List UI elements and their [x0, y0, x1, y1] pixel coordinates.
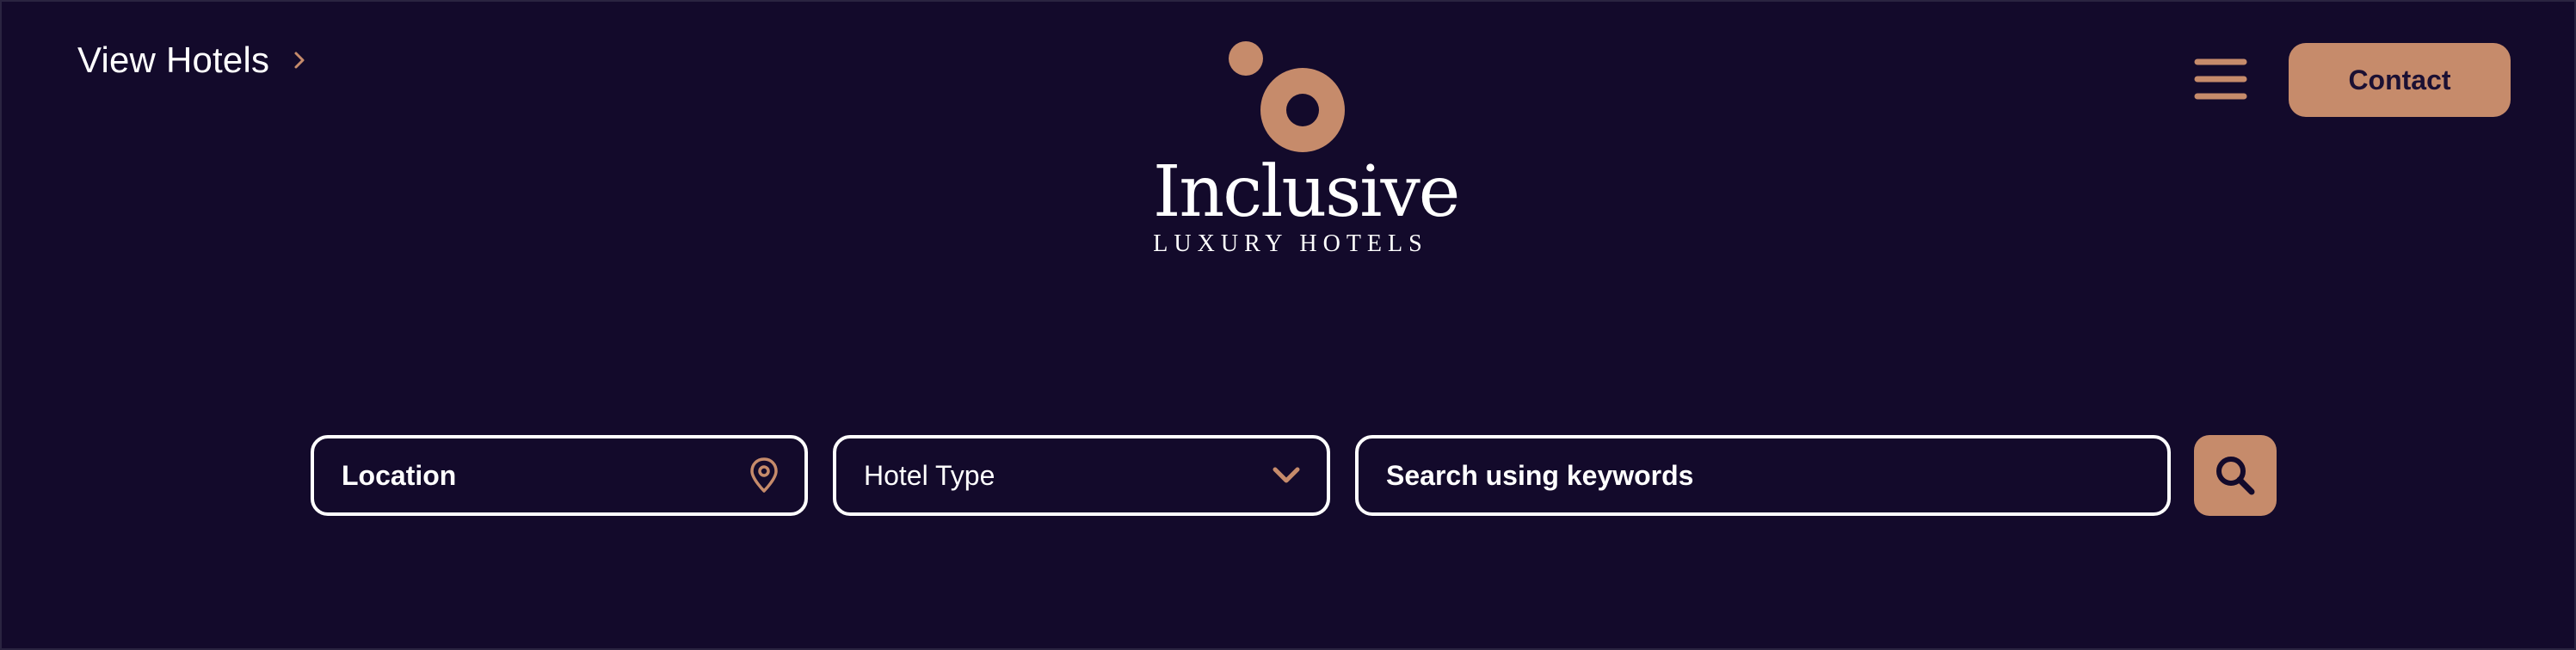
hotel-search-bar: Location Hotel Type	[0, 435, 2576, 516]
contact-button[interactable]: Contact	[2289, 43, 2511, 117]
logo-wordmark: Inclusive	[1153, 151, 1460, 233]
magnifier-icon	[2213, 453, 2258, 498]
location-field-label: Location	[342, 459, 457, 491]
brand-logo[interactable]: Inclusive LUXURY HOTELS	[1153, 38, 1460, 261]
hamburger-menu-icon[interactable]	[2192, 55, 2249, 103]
hotel-type-label: Hotel Type	[864, 459, 995, 491]
map-pin-icon	[749, 457, 779, 494]
logo-mark-icon	[1229, 41, 1345, 152]
chevron-right-icon	[290, 51, 309, 70]
search-button[interactable]	[2194, 435, 2277, 516]
keywords-search-field[interactable]	[1355, 435, 2171, 516]
hotel-type-select[interactable]: Hotel Type	[833, 435, 1330, 516]
view-hotels-label: View Hotels	[77, 40, 270, 80]
keywords-search-input[interactable]	[1386, 459, 2142, 492]
chevron-down-icon	[1272, 466, 1301, 485]
view-hotels-link[interactable]: View Hotels	[77, 34, 309, 86]
location-field[interactable]: Location	[311, 435, 808, 516]
logo-tagline: LUXURY HOTELS	[1153, 230, 1428, 257]
